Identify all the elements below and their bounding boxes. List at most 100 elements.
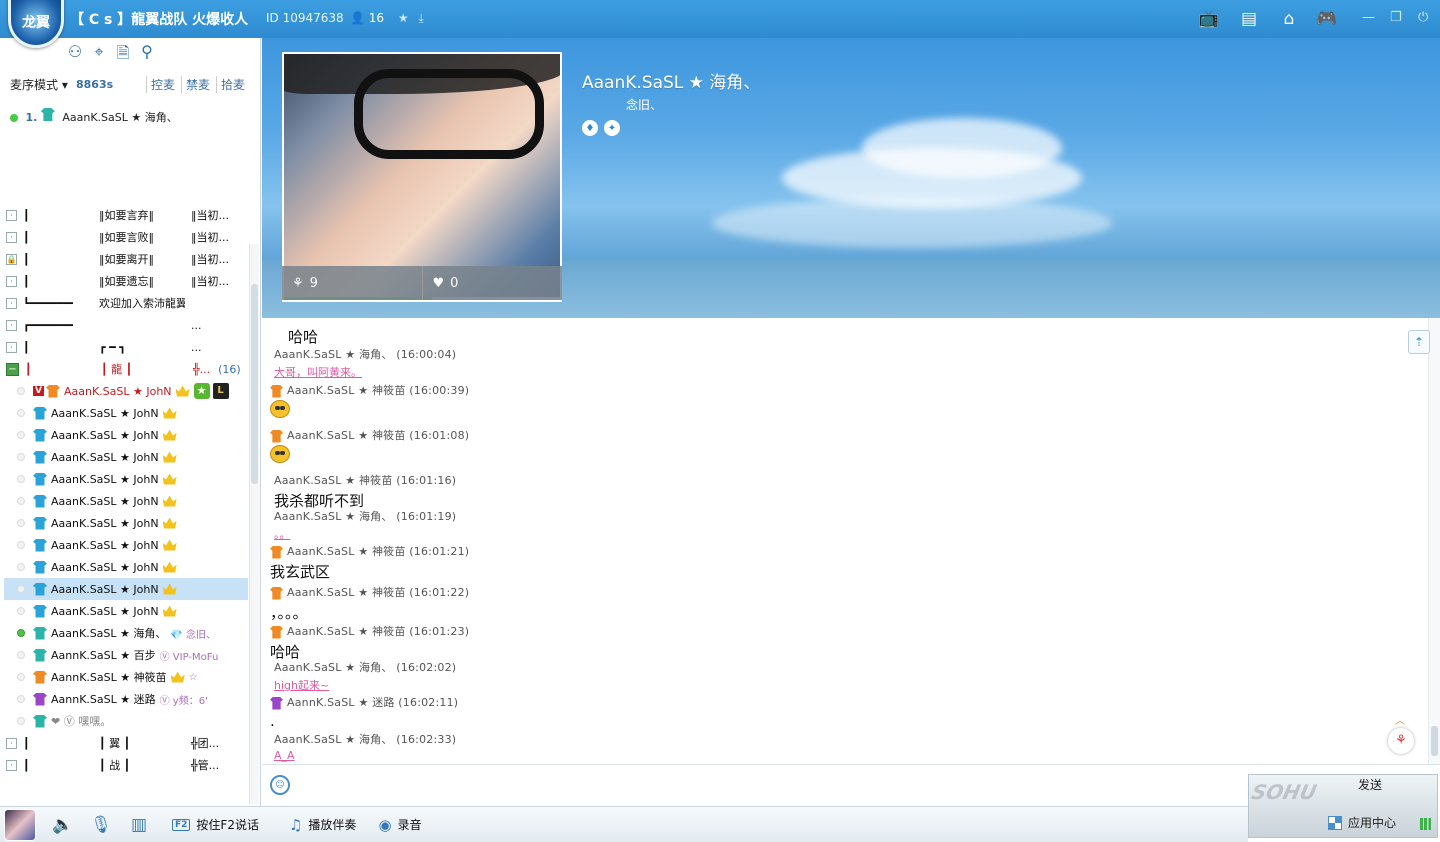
minimize-icon[interactable]: — [1362,10,1375,25]
chat-message: AaanK.SaSL ★ 神筱苗 (16:01:08) [270,427,469,467]
message-meta: AaanK.SaSL ★ 神筱苗 (16:01:23) [270,623,469,639]
user-row[interactable]: ❤ Ⓥ 嘿嘿。 [4,710,248,732]
expand-icon[interactable]: · [6,275,17,287]
expand-icon[interactable]: 🔒 [6,253,17,265]
tv-icon[interactable]: 📺 [1198,8,1220,30]
user-name: ❤ Ⓥ 嘿嘿。 [51,715,112,728]
expand-icon[interactable]: · [6,319,17,331]
heart-stat[interactable]: ♥ 0 [421,266,563,300]
status-dot-icon [17,431,25,439]
crown-icon [162,539,177,551]
message-meta: AaanK.SaSL ★ 神筱苗 (16:01:16) [274,472,456,488]
channel-row[interactable]: · ┃ ‖如要遗忘‖ ‖当初... [4,270,248,292]
channel-row[interactable]: · ┗━━━━━━━ 欢迎加入索沛龍翼CS... [4,292,248,314]
scroll-thumb[interactable] [1431,726,1438,756]
user-row[interactable]: AaanK.SaSL ★ JohN [4,556,248,578]
user-row[interactable]: AannK.SaSL ★ 迷路 Ⓥ y频：6' [4,688,248,710]
favorite-star-icon[interactable]: ★ [398,11,409,25]
diamond-icon[interactable]: ♦ [582,120,598,136]
restore-icon[interactable]: ❐ [1390,10,1402,25]
user-row[interactable]: AaanK.SaSL ★ JohN [4,424,248,446]
mode-timer: 8863s [76,78,114,91]
control-mic-button[interactable]: 控麦 [146,76,175,93]
channel-row[interactable]: · ┏━━━━━━━━━━━━━━━━━━━... [4,314,248,336]
vip-badge-icon: V [33,386,44,396]
expand-icon[interactable]: · [6,341,17,353]
channel-row[interactable]: · ┃ ‖如要言败‖ ‖当初... [4,226,248,248]
document-icon[interactable]: 🗎 [114,42,132,69]
mic-queue-item[interactable]: 1. AaanK.SaSL ★ 海角、 [10,108,178,125]
avatar[interactable] [4,808,36,841]
speaker-icon[interactable]: 🔈 [52,814,74,836]
user-row[interactable]: AannK.SaSL ★ 神筱苗 ☆ [4,666,248,688]
chevron-up-icon[interactable]: ︿ [1395,712,1405,727]
gamepad-icon[interactable]: 🎮 [1316,8,1338,30]
scroll-top-icon[interactable]: ⇡ [1408,330,1430,354]
user-row[interactable]: AaanK.SaSL ★ JohN [4,468,248,490]
bird-icon[interactable]: ✦ [604,120,620,136]
record-button[interactable]: ◉ 录音 [378,816,421,834]
collapse-icon[interactable]: − [6,362,19,376]
play-accompany-button[interactable]: ♫ 播放伴奏 [289,816,356,834]
channel-row[interactable]: · ┃ ┃ 战 ┃ ╬管... [4,754,248,776]
user-name: AannK.SaSL ★ 百步 [51,649,156,662]
notes-icon[interactable]: ▤ [1238,8,1260,30]
user-row[interactable]: AaanK.SaSL ★ JohN [4,578,248,600]
channel-row[interactable]: · ┃ ┃ 翼 ┃ ╬团... [4,732,248,754]
message-sender: AaanK.SaSL ★ 海角、 (16:01:19) [274,510,457,523]
send-button[interactable]: 发送 [1358,776,1382,793]
scroll-thumb[interactable] [251,284,258,484]
channel-row[interactable]: 🔒 ┃ ‖如要离开‖ ‖当初... [4,248,248,270]
user-row[interactable]: AaanK.SaSL ★ JohN [4,490,248,512]
mode-selector[interactable]: 麦序模式 ▾ [10,76,68,93]
crown-icon [162,473,177,485]
user-name: AannK.SaSL ★ 神筱苗 [51,671,167,684]
user-row[interactable]: AaanK.SaSL ★ 海角、 💎 念旧、 [4,622,248,644]
download-icon[interactable]: ⤓ [418,11,423,25]
expand-icon[interactable]: · [6,231,17,243]
profile-photo[interactable] [282,52,562,302]
microphone-icon[interactable]: 🎙 [90,814,112,836]
location-icon[interactable]: ⌖ [90,42,108,69]
channel-scrollbar[interactable] [249,244,259,804]
member-shirt-icon [33,538,47,552]
expand-icon[interactable]: · [6,209,17,221]
flower-send-icon[interactable]: ⚘ [1388,728,1414,754]
heart-icon: ♥ [432,275,445,291]
app-center-button[interactable]: 应用中心 [1328,814,1396,831]
channel-row[interactable]: · ┃ ‖如要言弃‖ ‖当初... [4,204,248,226]
member-shirt-icon [270,696,283,710]
user-row[interactable]: AaanK.SaSL ★ JohN [4,512,248,534]
speaking-dot-icon [10,114,18,122]
user-name: AaanK.SaSL ★ JohN [51,604,159,618]
flower-stat[interactable]: ⚘ 9 [282,266,422,300]
message-meta: AaanK.SaSL ★ 海角、 (16:01:19) [274,508,456,524]
members-icon[interactable]: ⚇ [66,42,84,69]
push-to-talk-button[interactable]: F2 按住F2说话 [172,816,259,833]
chat-scrollbar[interactable] [1428,318,1440,764]
user-row[interactable]: V AaanK.SaSL ★ JohN ★ L [4,380,248,402]
user-row[interactable]: AaanK.SaSL ★ JohN [4,446,248,468]
power-icon[interactable]: ⏻ [1418,10,1428,25]
channel-decor: ┃ [23,274,30,288]
channel-row-open[interactable]: − ┃ ┃ 龍 ┃ ╬... (16) [4,358,248,380]
ban-mic-button[interactable]: 禁麦 [181,76,210,93]
user-row[interactable]: AaanK.SaSL ★ JohN [4,402,248,424]
user-row[interactable]: AaanK.SaSL ★ JohN [4,534,248,556]
channel-row[interactable]: · ┃ ┏ ━ ┓... [4,336,248,358]
user-row[interactable]: AannK.SaSL ★ 百步 Ⓥ VIP-MoFu [4,644,248,666]
expand-icon[interactable]: · [6,737,17,749]
home-icon[interactable]: ⌂ [1278,8,1300,30]
grab-mic-button[interactable]: 拾麦 [216,76,245,93]
emoji-picker-icon[interactable]: ☺ [270,775,290,795]
equalizer-icon[interactable]: ▥ [128,814,150,836]
expand-icon[interactable]: · [6,759,17,771]
star-badge-icon: ★ [193,383,210,399]
user-row[interactable]: AaanK.SaSL ★ JohN [4,600,248,622]
expand-icon[interactable]: · [6,297,17,309]
crown-icon [162,583,177,595]
channel-decor: ┃ [23,736,30,750]
search-icon[interactable]: ⚲ [138,42,156,69]
status-dot-icon [17,673,25,681]
record-icon: ◉ [378,815,392,834]
